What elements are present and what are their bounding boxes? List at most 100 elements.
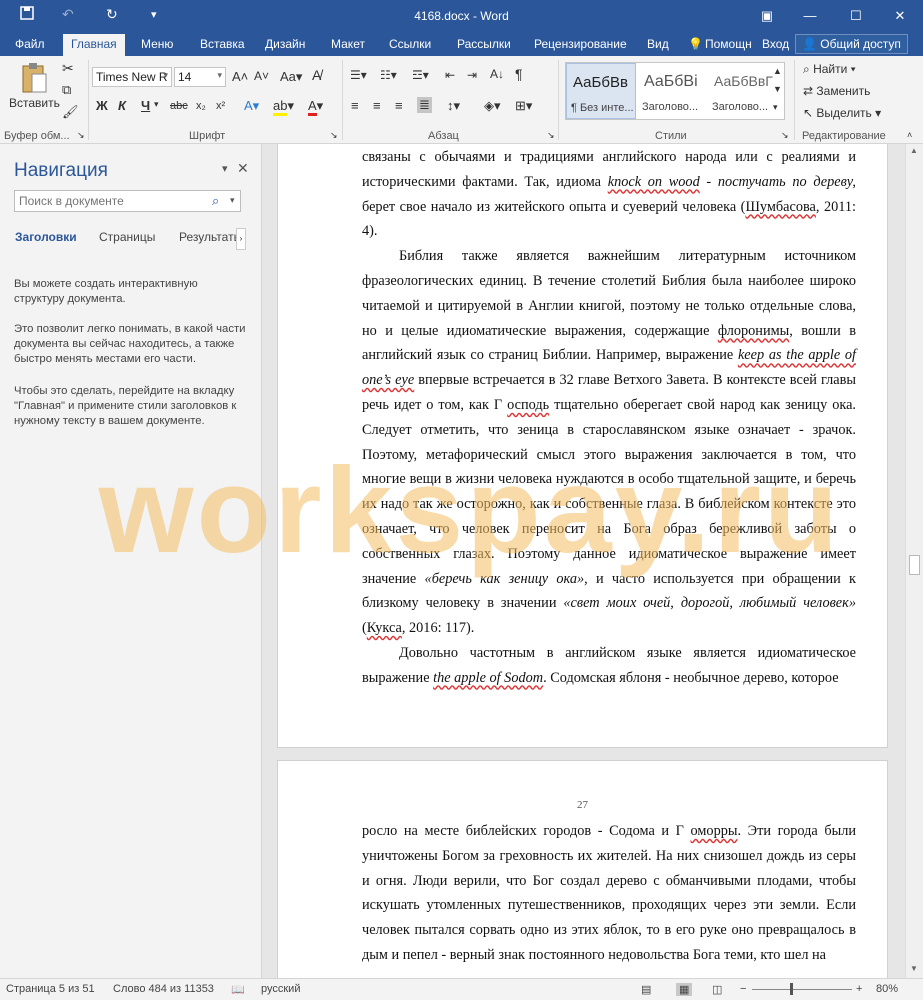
decrease-indent-icon[interactable]: ⇤ bbox=[445, 68, 455, 82]
bullets-icon[interactable]: ☰▾ bbox=[350, 68, 367, 82]
align-left-icon[interactable]: ≡ bbox=[351, 98, 359, 113]
close-icon[interactable]: ✕ bbox=[877, 0, 923, 32]
sort-icon[interactable]: A↓ bbox=[490, 67, 504, 81]
language[interactable]: русский bbox=[261, 983, 300, 995]
print-layout-icon[interactable]: ▦ bbox=[676, 983, 693, 996]
search-input[interactable] bbox=[14, 190, 241, 212]
maximize-icon[interactable]: ☐ bbox=[833, 0, 879, 32]
align-center-icon[interactable]: ≡ bbox=[373, 98, 381, 113]
find-button[interactable]: ⌕ Найти ▾ bbox=[803, 62, 856, 77]
borders-icon[interactable]: ⊞▾ bbox=[515, 98, 532, 114]
pane-options-icon[interactable]: ▾ bbox=[222, 162, 228, 175]
grow-font-icon[interactable]: A˄ bbox=[232, 69, 248, 84]
highlight-icon[interactable]: ab▾ bbox=[273, 98, 294, 116]
tab-review[interactable]: Рецензирование bbox=[534, 37, 627, 51]
zoom-slider-thumb[interactable] bbox=[790, 983, 793, 995]
italic-button[interactable]: К bbox=[118, 98, 126, 113]
chevron-down-icon[interactable]: ▾ bbox=[230, 195, 235, 206]
text-effects-icon[interactable]: A▾ bbox=[244, 98, 259, 114]
zoom-slider[interactable] bbox=[752, 989, 852, 990]
scroll-down-icon[interactable]: ▼ bbox=[910, 964, 918, 973]
styles-launcher-icon[interactable]: ↘ bbox=[781, 130, 789, 141]
page-text[interactable]: связаны с обычаями и традициями английск… bbox=[362, 145, 856, 691]
separator bbox=[342, 60, 343, 140]
superscript-icon[interactable]: x² bbox=[216, 100, 225, 112]
justify-icon[interactable]: ≣ bbox=[417, 97, 432, 113]
style-heading-2[interactable]: АаБбВвГ Заголово... bbox=[708, 63, 778, 119]
ribbon-display-options-icon[interactable]: ▣ bbox=[744, 0, 790, 32]
font-launcher-icon[interactable]: ↘ bbox=[330, 130, 338, 141]
tab-insert[interactable]: Вставка bbox=[200, 37, 245, 51]
nav-tab-headings[interactable]: Заголовки bbox=[15, 230, 77, 244]
format-painter-icon[interactable]: 🖌 bbox=[62, 104, 79, 120]
scroll-up-icon[interactable]: ▲ bbox=[910, 146, 918, 155]
underline-button[interactable]: Ч bbox=[141, 98, 150, 113]
tab-references[interactable]: Ссылки bbox=[389, 37, 431, 51]
font-name-combo[interactable]: Times New R ▾ bbox=[92, 67, 172, 87]
tell-me-button[interactable]: Помощн bbox=[705, 37, 752, 51]
cut-icon[interactable]: ✂ bbox=[62, 60, 74, 77]
clipboard-launcher-icon[interactable]: ↘ bbox=[77, 130, 85, 141]
replace-button[interactable]: ⇄ Заменить bbox=[803, 84, 870, 98]
font-size-combo[interactable]: 14 ▾ bbox=[174, 67, 226, 87]
web-layout-icon[interactable]: ◫ bbox=[712, 983, 722, 996]
chevron-down-icon[interactable]: ▾ bbox=[154, 99, 159, 110]
line-spacing-icon[interactable]: ↕▾ bbox=[447, 98, 460, 114]
tab-view[interactable]: Вид bbox=[647, 37, 669, 51]
paste-label[interactable]: Вставить bbox=[9, 96, 60, 110]
increase-indent-icon[interactable]: ⇥ bbox=[467, 68, 477, 82]
document-area[interactable]: связаны с обычаями и традициями английск… bbox=[263, 144, 905, 978]
page-text[interactable]: росло на месте библейских городов - Содо… bbox=[362, 819, 856, 968]
style-name: Заголово... bbox=[712, 101, 769, 113]
chevron-down-icon: ▾ bbox=[163, 70, 168, 80]
page-count[interactable]: Страница 5 из 51 bbox=[6, 983, 95, 995]
tab-home[interactable]: Главная bbox=[63, 34, 125, 56]
minimize-icon[interactable]: — bbox=[787, 0, 833, 32]
shading-icon[interactable]: ◈▾ bbox=[484, 98, 501, 114]
strikethrough-icon[interactable]: abc bbox=[170, 100, 188, 112]
scrollbar-thumb[interactable] bbox=[909, 555, 920, 575]
tab-layout[interactable]: Макет bbox=[331, 37, 365, 51]
font-color-icon[interactable]: A▾ bbox=[308, 98, 323, 116]
proofing-icon[interactable]: 📖 bbox=[231, 983, 245, 996]
document-page[interactable]: 27 росло на месте библейских городов - С… bbox=[277, 760, 888, 978]
styles-more-icon[interactable]: ▾ bbox=[773, 102, 778, 113]
vertical-scrollbar[interactable]: ▲ ▼ bbox=[905, 144, 923, 978]
numbering-icon[interactable]: ☷▾ bbox=[380, 68, 397, 82]
show-formatting-icon[interactable]: ¶ bbox=[515, 66, 523, 82]
nav-tab-results[interactable]: Результать bbox=[179, 230, 240, 244]
multilevel-list-icon[interactable]: ☲▾ bbox=[412, 68, 429, 82]
search-icon[interactable]: ⌕ bbox=[212, 193, 219, 209]
nav-tab-pages[interactable]: Страницы bbox=[99, 230, 155, 244]
copy-icon[interactable]: ⧉ bbox=[62, 82, 71, 98]
paragraph-launcher-icon[interactable]: ↘ bbox=[547, 130, 555, 141]
tab-file[interactable]: Файл bbox=[15, 37, 45, 51]
tab-design[interactable]: Дизайн bbox=[265, 37, 305, 51]
bold-button[interactable]: Ж bbox=[96, 98, 108, 113]
lightbulb-icon[interactable]: 💡 bbox=[688, 37, 703, 51]
read-mode-icon[interactable]: ▤ bbox=[641, 983, 651, 996]
zoom-out-icon[interactable]: − bbox=[740, 983, 746, 995]
word-count[interactable]: Слово 484 из 11353 bbox=[113, 983, 214, 995]
style-heading-1[interactable]: АаБбВі Заголово... bbox=[638, 63, 708, 119]
close-icon[interactable]: ✕ bbox=[237, 160, 249, 177]
chevron-right-icon[interactable]: › bbox=[236, 228, 246, 250]
tab-menu[interactable]: Меню bbox=[141, 37, 173, 51]
align-right-icon[interactable]: ≡ bbox=[395, 98, 403, 113]
collapse-ribbon-icon[interactable]: ˄ bbox=[907, 130, 912, 140]
subscript-icon[interactable]: x₂ bbox=[196, 100, 206, 112]
styles-scroll-down-icon[interactable]: ▼ bbox=[773, 84, 782, 94]
share-button[interactable]: 👤 Общий доступ bbox=[795, 34, 908, 54]
shrink-font-icon[interactable]: A˅ bbox=[254, 69, 269, 83]
document-page[interactable]: связаны с обычаями и традициями английск… bbox=[277, 144, 888, 748]
paste-button[interactable] bbox=[20, 62, 48, 99]
select-button[interactable]: ↖ Выделить ▾ bbox=[803, 106, 881, 120]
tab-mailings[interactable]: Рассылки bbox=[457, 37, 511, 51]
style-no-spacing[interactable]: АаБбВв ¶ Без инте... bbox=[566, 63, 636, 119]
styles-scroll-up-icon[interactable]: ▲ bbox=[773, 66, 782, 76]
clear-formatting-icon[interactable]: A̸ bbox=[312, 67, 321, 83]
change-case-icon[interactable]: Aa▾ bbox=[280, 69, 302, 85]
zoom-in-icon[interactable]: + bbox=[856, 983, 862, 995]
sign-in-link[interactable]: Вход bbox=[762, 37, 789, 51]
zoom-level[interactable]: 80% bbox=[876, 983, 898, 995]
